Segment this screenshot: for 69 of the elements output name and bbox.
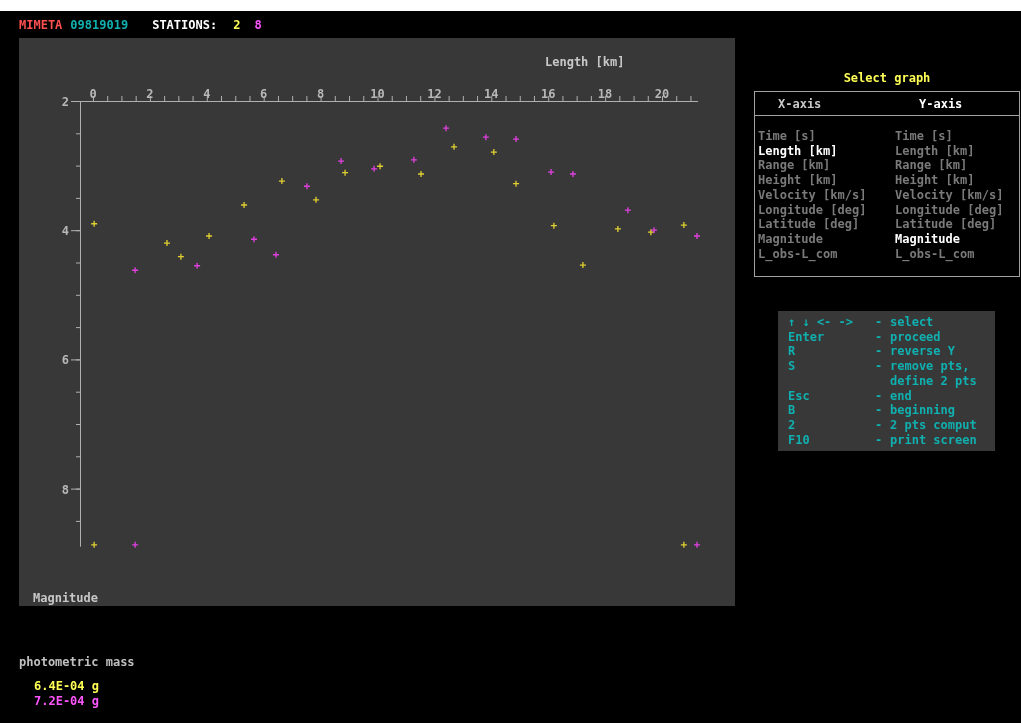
axis-option[interactable]: Longitude [deg] — [758, 202, 895, 218]
y-axis-title: Magnitude — [33, 591, 99, 605]
select-graph-title: Select graph — [842, 71, 932, 87]
key-name: F10 — [788, 432, 811, 448]
x-tick-label: 12 — [427, 87, 442, 101]
axis-option[interactable]: Length [km] — [758, 143, 895, 159]
x-axis-title: Length [km] — [545, 55, 625, 69]
axis-option[interactable]: Length [km] — [895, 143, 1019, 159]
y-tick-label: 2 — [61, 95, 69, 109]
key-description: print screen — [890, 432, 978, 448]
y-tick-label: 4 — [61, 224, 69, 239]
key-separator: - — [875, 388, 884, 404]
key-separator: - — [875, 359, 884, 376]
axis-option[interactable]: L_obs-L_com — [895, 246, 1019, 262]
axis-option[interactable]: Time [s] — [895, 129, 1019, 144]
axis-option[interactable]: Magnitude — [758, 231, 895, 247]
axis-column-header[interactable]: X-axis — [778, 96, 919, 111]
axis-option[interactable]: Range [km] — [895, 158, 1019, 174]
key-separator: - — [875, 432, 884, 448]
x-tick-label: 16 — [540, 87, 556, 101]
x-tick-label: 8 — [317, 87, 325, 101]
x-tick-label: 18 — [597, 87, 613, 101]
x-tick-label: 20 — [654, 87, 670, 101]
axis-option[interactable]: Magnitude — [895, 231, 1019, 247]
axis-option[interactable]: Longitude [deg] — [895, 202, 1019, 218]
axis-option[interactable]: Latitude [deg] — [758, 217, 895, 232]
key-name: B — [788, 403, 797, 418]
key-name: ↑ ↓ <- -> — [788, 315, 855, 330]
axis-option[interactable]: Velocity [km/s] — [895, 187, 1019, 203]
key-description: end — [890, 388, 913, 404]
y-tick-label: 6 — [61, 353, 69, 368]
key-name: Esc — [788, 388, 811, 404]
axis-option[interactable]: Height [km] — [758, 173, 895, 188]
x-tick-label: 10 — [370, 87, 385, 101]
key-description: reverse Y — [890, 344, 957, 360]
mass-value: 7.2E-04 g — [33, 693, 101, 708]
key-description: beginning — [890, 403, 957, 418]
key-name: Enter — [788, 329, 826, 345]
axis-option[interactable]: Height [km] — [895, 173, 1019, 188]
axis-option[interactable]: L_obs-L_com — [758, 246, 895, 262]
key-separator: - — [875, 403, 884, 418]
key-description: select — [890, 315, 935, 330]
axis-column-header[interactable]: Y-axis — [919, 96, 1019, 111]
axis-option[interactable]: Time [s] — [758, 129, 895, 144]
axis-option[interactable]: Latitude [deg] — [895, 217, 1019, 232]
station-number: 8 — [254, 17, 262, 32]
key-separator: - — [875, 329, 884, 345]
x-tick-label: 0 — [89, 87, 97, 101]
key-separator: - — [875, 344, 884, 360]
x-tick-label: 2 — [146, 87, 154, 101]
stations-label: STATIONS: — [152, 17, 218, 32]
key-separator: - — [875, 315, 884, 330]
axis-option[interactable]: Velocity [km/s] — [758, 187, 895, 203]
program-name: MIMETA — [19, 17, 63, 32]
key-separator: - — [875, 417, 884, 433]
event-id: 09819019 — [70, 17, 129, 32]
x-tick-label: 4 — [203, 87, 211, 101]
x-tick-label: 14 — [484, 87, 499, 101]
x-tick-label: 6 — [260, 87, 268, 101]
key-name: R — [788, 344, 797, 360]
axis-option[interactable]: Range [km] — [758, 158, 895, 174]
key-name: S — [788, 359, 797, 376]
station-number: 2 — [233, 17, 241, 32]
key-name: 2 — [788, 417, 797, 433]
result-label: photometric mass — [19, 655, 136, 669]
mass-value: 6.4E-04 g — [33, 679, 101, 694]
y-tick-label: 8 — [61, 482, 69, 497]
key-description: proceed — [890, 329, 942, 345]
key-description: 2 pts comput — [890, 417, 978, 433]
